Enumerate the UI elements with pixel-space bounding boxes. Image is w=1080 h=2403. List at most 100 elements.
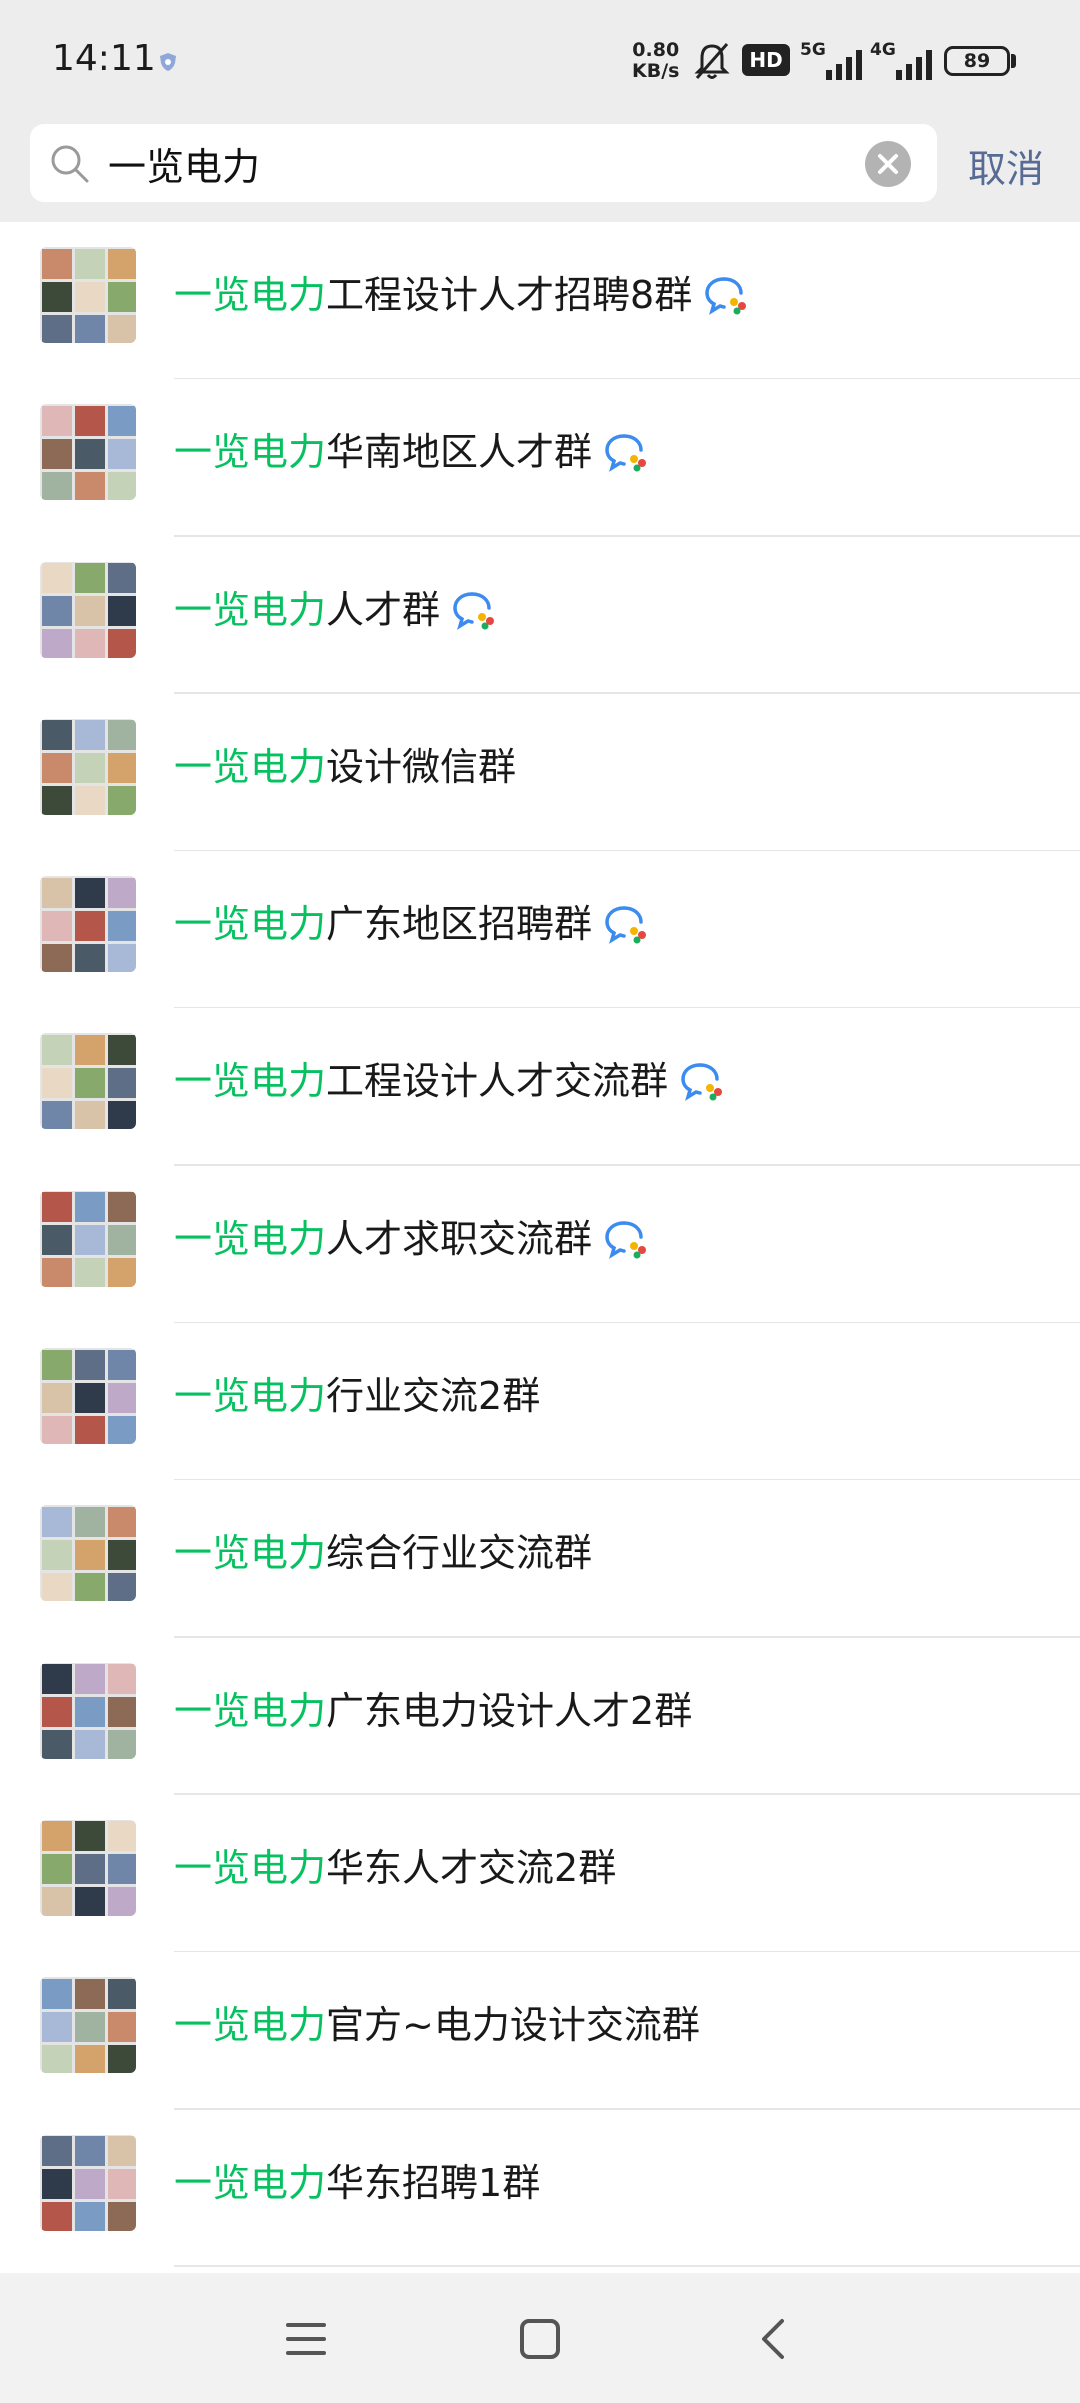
signal-bars-icon [896, 50, 932, 80]
home-icon[interactable] [512, 2311, 568, 2367]
result-row[interactable]: 一览电力 官方~电力设计交流群 [0, 1952, 1080, 2110]
avatar-tile [41, 720, 72, 751]
avatar-tile [107, 786, 136, 815]
avatar-tile [107, 471, 136, 501]
hd-badge: HD [742, 44, 790, 76]
menu-icon[interactable] [278, 2311, 334, 2367]
enterprise-chat-icon [605, 1221, 647, 1259]
avatar-tile [107, 314, 136, 343]
keyword-highlight: 一览电力 [174, 1688, 327, 1733]
avatar-tile [107, 1572, 136, 1602]
result-row[interactable]: 一览电力 华东人才交流2群 [0, 1795, 1080, 1953]
avatar-tile [74, 1192, 105, 1223]
avatar-tile [74, 248, 105, 279]
result-row[interactable]: 一览电力 华南地区人才群 [0, 379, 1080, 537]
avatar-tile [74, 910, 105, 941]
avatar-tile [41, 629, 72, 658]
keyword-highlight: 一览电力 [174, 1059, 327, 1104]
group-name: 一览电力 华东招聘1群 [174, 2151, 540, 2215]
group-name: 一览电力 工程设计人才交流群 [174, 1049, 726, 1113]
group-name-rest: 广东电力设计人才2群 [326, 1688, 693, 1733]
enterprise-chat-icon [453, 591, 495, 630]
avatar-tile [107, 1225, 136, 1256]
avatar-tile [74, 1978, 105, 2009]
avatar-tile [74, 1100, 105, 1130]
enterprise-chat-icon [705, 277, 747, 315]
search-box[interactable] [30, 124, 937, 202]
avatar-tile [107, 1415, 136, 1445]
result-row[interactable]: 一览电力 人才求职交流群 [0, 1166, 1080, 1324]
result-row[interactable]: 一览电力 工程设计人才交流群 [0, 1008, 1080, 1166]
back-icon[interactable] [746, 2311, 802, 2367]
avatar-tile [41, 438, 72, 469]
avatar-tile [107, 1854, 136, 1885]
avatar-tile [41, 1382, 72, 1413]
result-row[interactable]: 一览电力 广东电力设计人才2群 [0, 1638, 1080, 1795]
group-avatar [40, 561, 136, 658]
avatar-tile [74, 438, 105, 469]
group-avatar [40, 1662, 136, 1759]
avatar-tile [41, 2011, 72, 2042]
group-name: 一览电力 华东人才交流2群 [174, 1836, 616, 1900]
group-name: 一览电力 广东电力设计人才2群 [174, 1679, 692, 1743]
result-row[interactable]: 一览电力 人才群 [0, 537, 1080, 694]
avatar-tile [107, 1034, 136, 1065]
group-avatar [40, 2134, 136, 2231]
clear-search-icon[interactable] [864, 140, 912, 188]
signal-4g-label: 4G [870, 40, 896, 60]
avatar-tile [74, 2169, 105, 2200]
avatar-tile [107, 563, 136, 594]
group-name: 一览电力 行业交流2群 [174, 1364, 540, 1428]
avatar-tile [74, 471, 105, 501]
avatar-tile [74, 2202, 105, 2231]
avatar-tile [107, 1730, 136, 1759]
group-avatar [40, 1505, 136, 1602]
result-row[interactable]: 一览电力 综合行业交流群 [0, 1480, 1080, 1638]
avatar-tile [107, 943, 136, 973]
search-results-list: 一览电力 工程设计人才招聘8群 一览电力 华南地区人才群 一览电力 人才群 一览电力 设计微信… [0, 222, 1080, 2267]
mute-bell-icon [694, 43, 730, 79]
group-name-rest: 华东人才交流2群 [326, 1845, 617, 1890]
net-speed-unit: KB/s [632, 60, 680, 82]
avatar-tile [41, 1506, 72, 1537]
avatar-tile [74, 1664, 105, 1695]
avatar-tile [107, 1821, 136, 1852]
avatar-tile [41, 1854, 72, 1885]
avatar-tile [107, 2202, 136, 2231]
result-row[interactable]: 一览电力 工程设计人才招聘8群 [0, 222, 1080, 380]
avatar-tile [41, 1664, 72, 1695]
result-row[interactable]: 一览电力 行业交流2群 [0, 1323, 1080, 1481]
avatar-tile [41, 1258, 72, 1287]
group-name: 一览电力 广东地区招聘群 [174, 892, 650, 956]
avatar-tile [74, 1821, 105, 1852]
avatar-tile [41, 471, 72, 501]
enterprise-chat-icon [605, 434, 647, 473]
avatar-tile [41, 910, 72, 941]
avatar-tile [41, 1225, 72, 1256]
group-name-rest: 人才群 [326, 587, 441, 632]
navigation-bar [0, 2273, 1080, 2403]
result-row[interactable]: 一览电力 广东地区招聘群 [0, 851, 1080, 1009]
avatar-tile [74, 314, 105, 343]
avatar-tile [74, 1067, 105, 1098]
group-name: 一览电力 华南地区人才群 [174, 420, 650, 484]
avatar-tile [74, 1572, 105, 1602]
row-divider [174, 2265, 1080, 2267]
cancel-button[interactable]: 取消 [968, 138, 1044, 193]
avatar-tile [74, 405, 105, 436]
avatar-tile [41, 596, 72, 627]
avatar-tile [74, 596, 105, 627]
signal-bars-icon [826, 50, 862, 80]
search-input[interactable] [108, 124, 868, 202]
enterprise-chat-icon [681, 1063, 723, 1102]
result-row[interactable]: 一览电力 设计微信群 [0, 694, 1080, 852]
avatar-tile [41, 2169, 72, 2200]
group-avatar [40, 718, 136, 815]
keyword-highlight: 一览电力 [174, 1845, 327, 1890]
result-row[interactable]: 一览电力 华东招聘1群 [0, 2110, 1080, 2267]
security-shield-icon [160, 53, 176, 71]
group-avatar [40, 1348, 136, 1445]
avatar-tile [41, 563, 72, 594]
avatar-tile [107, 910, 136, 941]
avatar-tile [107, 720, 136, 751]
